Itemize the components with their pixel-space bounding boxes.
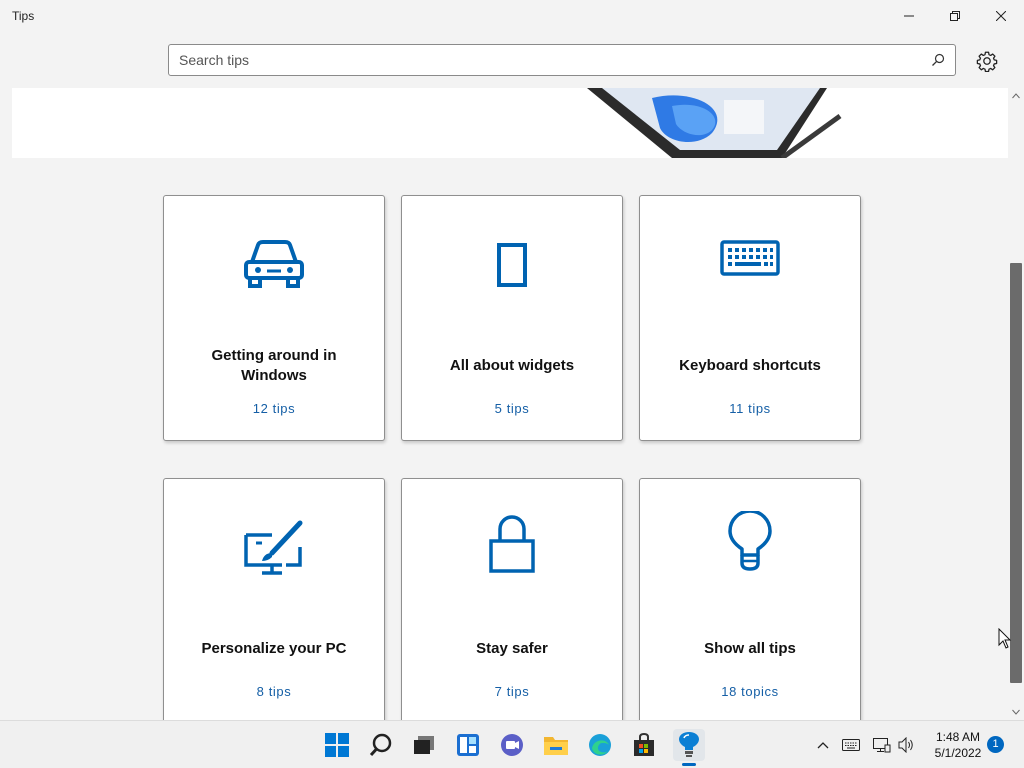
tip-card-personalize[interactable]: Personalize your PC 8 tips xyxy=(163,478,385,724)
show-hidden-icons-button[interactable] xyxy=(813,735,833,755)
chat-button[interactable] xyxy=(496,729,528,761)
restore-icon xyxy=(950,11,960,21)
card-title: Personalize your PC xyxy=(201,640,347,657)
close-icon xyxy=(996,11,1006,21)
card-title: Show all tips xyxy=(704,640,796,657)
clock-date: 5/1/2022 xyxy=(934,746,982,760)
folder-icon xyxy=(544,737,568,755)
store-icon xyxy=(634,733,654,756)
keyboard-icon xyxy=(842,739,860,751)
card-title: Keyboard shortcuts xyxy=(679,357,821,374)
edge-icon xyxy=(589,734,611,756)
speaker-icon xyxy=(898,737,913,753)
app-title: Tips xyxy=(12,9,35,23)
start-button[interactable] xyxy=(321,729,353,761)
search-icon[interactable] xyxy=(931,53,945,72)
clock[interactable]: 1:48 AM 5/1/2022 xyxy=(925,729,991,761)
widget-icon xyxy=(402,236,622,296)
scroll-up-button[interactable] xyxy=(1008,88,1024,104)
card-title: Getting around in Windows xyxy=(211,347,337,384)
card-count: 12 tips xyxy=(252,401,296,416)
network-indicator[interactable] xyxy=(872,735,892,755)
input-indicator[interactable] xyxy=(841,735,861,755)
hero-banner xyxy=(12,88,1008,158)
scrollbar[interactable] xyxy=(1008,88,1024,720)
tips-lightbulb-icon xyxy=(679,732,699,757)
clock-time: 1:48 AM xyxy=(935,730,981,744)
laptop-illustration xyxy=(587,88,842,158)
card-title: Stay safer xyxy=(476,640,548,657)
tip-card-stay-safer[interactable]: Stay safer 7 tips xyxy=(401,478,623,724)
store-button[interactable] xyxy=(628,729,660,761)
lock-icon xyxy=(402,513,622,573)
widgets-icon xyxy=(457,734,479,756)
taskbar: 1:48 AM 5/1/2022 1 xyxy=(0,720,1024,768)
scroll-thumb[interactable] xyxy=(1010,263,1022,683)
scroll-down-button[interactable] xyxy=(1008,704,1024,720)
taskbar-search-button[interactable] xyxy=(365,729,397,761)
search-box xyxy=(168,44,956,76)
tip-card-getting-around[interactable]: Getting around in Windows 12 tips xyxy=(163,195,385,441)
windows-logo-icon xyxy=(325,733,349,757)
gear-icon xyxy=(976,51,998,72)
chevron-up-icon xyxy=(1012,93,1020,99)
card-count: 5 tips xyxy=(494,401,530,416)
card-count: 7 tips xyxy=(494,684,530,699)
tip-card-widgets[interactable]: All about widgets 5 tips xyxy=(401,195,623,441)
minimize-button[interactable] xyxy=(886,0,932,32)
chevron-down-icon xyxy=(1012,709,1020,715)
paintbrush-monitor-icon xyxy=(164,519,384,579)
task-view-button[interactable] xyxy=(408,729,440,761)
close-button[interactable] xyxy=(978,0,1024,32)
tip-card-keyboard[interactable]: Keyboard shortcuts 11 tips xyxy=(639,195,861,441)
task-view-icon xyxy=(414,736,434,754)
keyboard-icon xyxy=(640,236,860,296)
chat-icon xyxy=(501,734,523,756)
search-icon xyxy=(369,733,392,757)
network-icon xyxy=(873,738,891,753)
edge-button[interactable] xyxy=(584,729,616,761)
volume-indicator[interactable] xyxy=(897,735,917,755)
card-count: 18 topics xyxy=(721,684,779,699)
widgets-button[interactable] xyxy=(452,729,484,761)
search-input[interactable] xyxy=(179,52,919,68)
card-count: 11 tips xyxy=(729,401,771,416)
card-count: 8 tips xyxy=(256,684,292,699)
title-bar: Tips xyxy=(0,0,1024,32)
chevron-up-icon xyxy=(817,742,829,749)
minimize-icon xyxy=(904,15,914,17)
file-explorer-button[interactable] xyxy=(540,729,572,761)
restore-button[interactable] xyxy=(932,0,978,32)
active-app-indicator xyxy=(682,763,696,766)
lightbulb-icon xyxy=(640,511,860,571)
tip-card-show-all[interactable]: Show all tips 18 topics xyxy=(639,478,861,724)
car-icon xyxy=(164,236,384,296)
card-title: All about widgets xyxy=(449,357,575,374)
settings-button[interactable] xyxy=(972,46,1002,76)
mouse-cursor-icon xyxy=(998,627,1012,655)
tips-button[interactable] xyxy=(673,729,705,761)
notification-badge[interactable]: 1 xyxy=(987,736,1004,753)
